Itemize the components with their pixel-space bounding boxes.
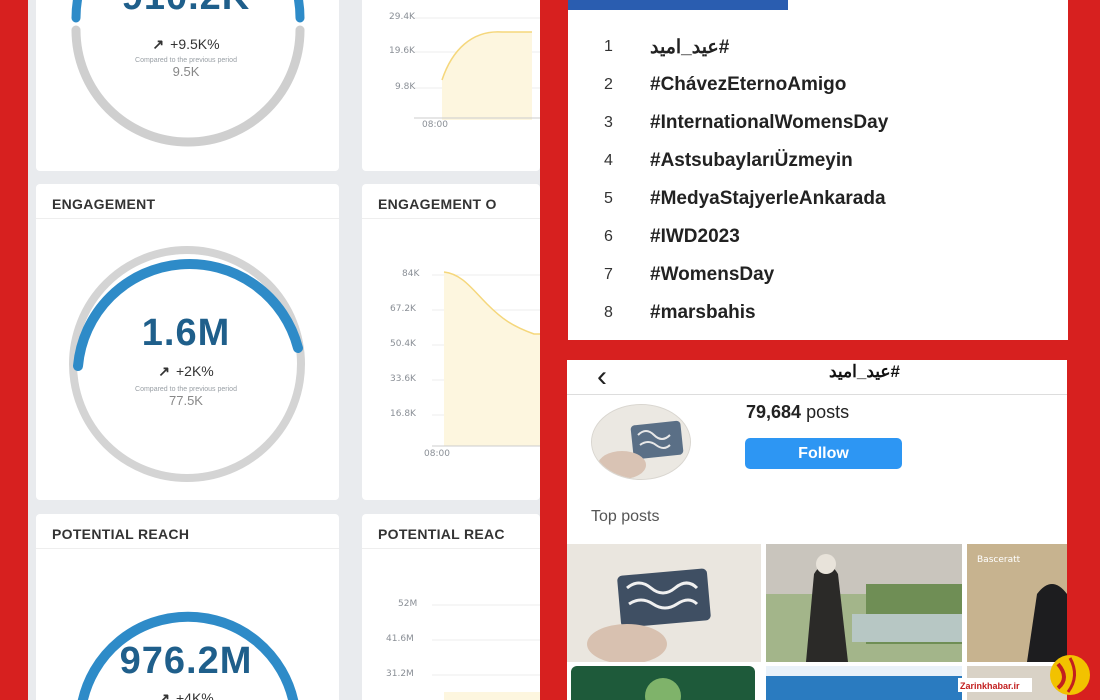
trend-hashtag[interactable]: #عید_امید [650,36,729,59]
post-caption: Basceratt [977,555,1021,565]
trend-hashtag[interactable]: #WomensDay [650,264,774,286]
gauge-change-value: +9.5K% [170,36,220,52]
post-image [571,666,755,700]
hashtag-avatar [591,404,691,480]
gauge-previous-value: 77.5K [169,393,203,408]
gauge-change-value: +2K% [175,363,214,379]
gauge-compare-text: Compared to the previous period [135,386,237,393]
header-divider [567,394,1067,395]
gauge-value: 976.2M [119,640,253,682]
gauge-previous-value: 9.5K [172,64,200,79]
y-tick: 52M [398,599,418,609]
y-tick: 84K [402,269,420,279]
y-tick: 16.8K [390,409,416,419]
instagram-hashtag-page: ‹ #عید_امید 79,684 posts Follow Top post… [567,360,1067,700]
engagement-area-chart [432,271,540,447]
trend-hashtag[interactable]: #ChávezEternoAmigo [650,74,846,96]
post-image [766,544,962,662]
y-tick: 19.6K [389,46,415,56]
potential-reach-card: POTENTIAL REACH 976.2M ↗ +4K% [36,514,339,700]
post-image [567,544,761,662]
analytics-dashboard: 910.2K ↗ +9.5K% Compared to the previous … [28,0,540,700]
trend-item[interactable]: 4 #AstsubaylarıÜzmeyin [568,144,1068,182]
mentions-over-time-card: 29.4K 19.6K 9.8K 08:00 [362,0,540,171]
site-watermark: Zarinkhabar.ir [958,650,1100,700]
y-tick: 67.2K [390,304,416,314]
y-tick: 31.2M [386,669,414,679]
trend-hashtag[interactable]: #marsbahis [650,302,756,324]
top-post-thumbnail[interactable] [766,544,962,662]
y-tick: 29.4K [389,12,415,22]
trend-rank: 3 [604,114,613,131]
posts-count: 79,684 [746,402,802,422]
trend-item[interactable]: 6 #IWD2023 [568,220,1068,258]
arrow-up-right-icon: ↗ [158,363,170,379]
engagement-over-time-card: ENGAGEMENT O 84K 67.2K 50.4K 33.6K 16.8K… [362,184,540,500]
trend-rank: 1 [604,38,613,55]
trend-hashtag[interactable]: #InternationalWomensDay [650,112,888,134]
trend-rank: 2 [604,76,613,93]
hashtag-title: #عید_امید [829,362,900,381]
x-tick: 08:00 [422,120,448,130]
post-image: Basceratt [967,544,1067,662]
top-post-thumbnail[interactable] [766,666,962,700]
post-image [766,666,962,700]
gauge-change: ↗ +2K% [36,363,336,380]
watermark-logo: Zarinkhabar.ir [958,655,1090,695]
trending-header-bar [568,0,788,10]
top-post-thumbnail[interactable] [567,544,761,662]
trend-hashtag[interactable]: #MedyaStajyerleAnkarada [650,188,886,210]
posts-count-label: 79,684 posts [746,402,849,423]
y-tick: 41.6M [386,634,414,644]
trend-item[interactable]: 3 #InternationalWomensDay [568,106,1068,144]
trend-rank: 5 [604,190,613,207]
watermark-text: Zarinkhabar.ir [960,681,1020,691]
gauge-compare-text: Compared to the previous period [135,57,237,64]
trend-rank: 6 [604,228,613,245]
arrow-up-right-icon: ↗ [152,36,165,52]
gauge-value: 910.2K [36,0,336,19]
x-tick: 08:00 [424,449,450,459]
y-tick: 33.6K [390,374,416,384]
posts-label: posts [806,402,850,422]
gauge-ring [71,0,305,147]
arrow-up-right-icon: ↗ [158,690,170,700]
trend-item[interactable]: 7 #WomensDay [568,258,1068,296]
gauge-change-value: +4K% [175,690,214,700]
trend-rank: 8 [604,304,613,321]
trending-hashtags-panel: 1 #عید_امید 2 #ChávezEternoAmigo 3 #Inte… [568,0,1068,340]
y-tick: 50.4K [390,339,416,349]
gauge-value: 1.6M [141,312,231,354]
follow-button[interactable]: Follow [745,438,902,469]
trend-hashtag[interactable]: #AstsubaylarıÜzmeyin [650,150,853,172]
top-post-thumbnail[interactable]: Basceratt [967,544,1067,662]
top-post-thumbnail[interactable] [571,666,755,700]
mentions-area-chart [414,17,540,120]
trend-rank: 7 [604,266,613,283]
trend-item[interactable]: 8 #marsbahis [568,296,1068,334]
top-posts-heading: Top posts [591,508,660,525]
mentions-card: 910.2K ↗ +9.5K% Compared to the previous … [36,0,339,171]
trend-hashtag[interactable]: #IWD2023 [650,226,740,248]
trend-item[interactable]: 1 #عید_امید [568,30,1068,68]
gauge-change: ↗ +4K% [36,690,336,700]
trend-item[interactable]: 2 #ChávezEternoAmigo [568,68,1068,106]
potential-reach-over-time-card: POTENTIAL REAC 52M 41.6M 31.2M [362,514,540,700]
gauge-change: ↗ +9.5K% [36,36,336,53]
engagement-card: ENGAGEMENT 1.6M ↗ +2K% Compared to the pr… [36,184,339,500]
trend-rank: 4 [604,152,613,169]
avatar-image [592,405,690,479]
y-tick: 9.8K [395,82,416,92]
trend-item[interactable]: 5 #MedyaStajyerleAnkarada [568,182,1068,220]
